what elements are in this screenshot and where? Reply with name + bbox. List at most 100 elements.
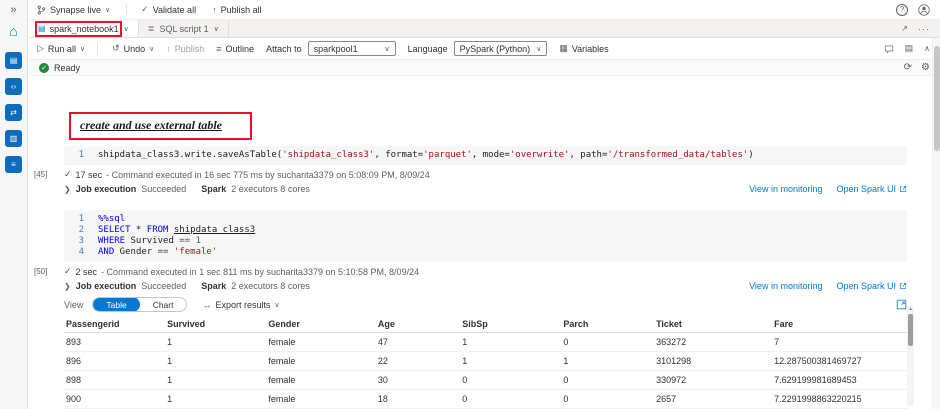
chart-view-toggle[interactable]: Chart <box>140 297 187 312</box>
code-line[interactable]: 2SELECT * FROM shipdata_class3 <box>70 225 901 236</box>
tab-menu-chevron-icon[interactable]: ∨ <box>124 25 129 33</box>
develop-hub-icon[interactable]: ‹› <box>5 78 22 95</box>
expand-sidebar-icon[interactable]: » <box>0 0 27 22</box>
execution-count: [45] <box>34 170 47 179</box>
session-refresh-icon[interactable]: ⟳ <box>904 62 912 73</box>
status-message: - Command executed in 16 sec 775 ms by s… <box>106 170 430 180</box>
table-cell: 900 <box>64 390 165 409</box>
cell-2-status: [50] ✓ 2 sec - Command executed in 1 sec… <box>64 266 907 277</box>
cell-2-job-row: ❯ Job execution Succeeded Spark 2 execut… <box>64 281 907 291</box>
table-cell: 1 <box>165 333 266 352</box>
line-number: 1 <box>70 214 84 225</box>
integrate-hub-icon[interactable]: ⇄ <box>5 104 22 121</box>
column-header[interactable]: Age <box>376 316 460 333</box>
undo-button[interactable]: ↺ Undo ∨ <box>112 43 154 54</box>
table-cell: 1 <box>561 352 654 371</box>
line-number: 2 <box>70 225 84 236</box>
expand-chevron-icon[interactable]: ❯ <box>64 282 71 291</box>
view-in-monitoring-link[interactable]: View in monitoring <box>749 281 822 291</box>
table-cell: female <box>266 352 376 371</box>
notebook-toolbar: ▷ Run all ∨ ↺ Undo ∨ ↑ Publish ≡ Outline… <box>29 38 940 60</box>
expand-chevron-icon[interactable]: ❯ <box>64 185 71 194</box>
attach-to-label: Attach to <box>266 44 302 54</box>
comments-icon[interactable] <box>884 44 894 54</box>
markdown-cell-title[interactable]: create and use external table <box>80 118 222 132</box>
export-results-button[interactable]: ↔ Export results ∨ <box>202 300 279 310</box>
tab-sql-script-1[interactable]: ≣ SQL script 1 ∨ <box>139 20 229 37</box>
tab-spark-notebook1[interactable]: ▤ spark_notebook1 ∨ <box>29 20 139 37</box>
play-icon: ▷ <box>37 43 44 54</box>
session-settings-icon[interactable]: ⚙ <box>921 62 930 73</box>
code-token: == <box>158 247 169 257</box>
chevron-down-icon: ∨ <box>536 45 541 53</box>
code-line[interactable]: 1shipdata_class3.write.saveAsTable('ship… <box>70 150 901 161</box>
help-icon[interactable]: ? <box>896 4 908 16</box>
window-scrollbar[interactable] <box>932 38 940 409</box>
check-icon: ✓ <box>141 4 149 15</box>
code-line[interactable]: 4AND Gender == 'female' <box>70 247 901 258</box>
outline-button[interactable]: ≡ Outline <box>216 44 254 54</box>
code-cell-1[interactable]: 1shipdata_class3.write.saveAsTable('ship… <box>64 146 907 165</box>
column-header[interactable]: Ticket <box>654 316 772 333</box>
chevron-down-icon: ∨ <box>384 45 389 53</box>
column-header[interactable]: SibSp <box>460 316 561 333</box>
more-actions-icon[interactable]: ··· <box>918 24 930 34</box>
column-header[interactable]: Fare <box>772 316 907 333</box>
column-header[interactable]: Survived <box>165 316 266 333</box>
tab-annotation-highlight: ▤ spark_notebook1 <box>38 24 119 34</box>
branch-icon <box>37 5 46 15</box>
table-view-toggle[interactable]: Table <box>93 297 139 312</box>
column-header[interactable]: Parch <box>561 316 654 333</box>
view-in-monitoring-link[interactable]: View in monitoring <box>749 184 822 194</box>
table-cell: 0 <box>460 371 561 390</box>
open-spark-ui-link[interactable]: Open Spark UI <box>836 281 907 291</box>
job-state: Succeeded <box>141 184 186 194</box>
table-cell: female <box>266 333 376 352</box>
language-select[interactable]: PySpark (Python) ∨ <box>454 41 548 56</box>
window-scrollbar-thumb[interactable] <box>934 46 940 151</box>
annotation-box-title: create and use external table <box>69 112 252 140</box>
outline-icon: ≡ <box>216 44 221 54</box>
code-line[interactable]: 1%%sql <box>70 214 901 225</box>
code-cell-2[interactable]: 1%%sql2SELECT * FROM shipdata_class33WHE… <box>64 210 907 262</box>
expand-icon[interactable]: ↗ <box>901 24 908 33</box>
account-icon[interactable] <box>918 4 930 16</box>
success-check-icon: ✓ <box>64 169 72 180</box>
job-state: Succeeded <box>141 281 186 291</box>
run-all-button[interactable]: ▷ Run all ∨ <box>37 43 85 54</box>
data-hub-icon[interactable]: ▤ <box>5 52 22 69</box>
publish-icon: ↑ <box>212 5 217 15</box>
properties-icon[interactable]: ▤ <box>905 43 914 54</box>
table-scrollbar-thumb[interactable] <box>908 314 913 346</box>
attach-to-select[interactable]: sparkpool1 ∨ <box>308 41 396 56</box>
session-status-text: Ready <box>54 63 80 73</box>
spark-label: Spark <box>201 184 226 194</box>
table-cell: 898 <box>64 371 165 390</box>
spark-detail: 2 executors 8 cores <box>231 281 310 291</box>
collapse-toolbar-icon[interactable]: ∧ <box>924 44 930 53</box>
table-scrollbar[interactable]: ▲ <box>907 306 914 406</box>
session-status-bar: ✓ Ready ⟳ ⚙ <box>29 60 940 76</box>
code-line[interactable]: 3WHERE Survived == 1 <box>70 236 901 247</box>
tab-menu-chevron-icon[interactable]: ∨ <box>214 25 219 33</box>
external-link-icon <box>899 185 907 193</box>
divider <box>97 43 98 54</box>
variables-button[interactable]: ▦ Variables <box>559 43 608 54</box>
synapse-live-selector[interactable]: Synapse live ∨ <box>37 5 110 15</box>
scroll-up-arrow-icon[interactable]: ▲ <box>907 306 914 313</box>
spark-label: Spark <box>201 281 226 291</box>
column-header[interactable]: Passengerid <box>64 316 165 333</box>
publish-all-button[interactable]: ↑ Publish all <box>212 5 262 15</box>
publish-button[interactable]: ↑ Publish <box>166 44 204 54</box>
table-cell: 7 <box>772 333 907 352</box>
table-cell: 7.629199981689453 <box>772 371 907 390</box>
table-cell: 18 <box>376 390 460 409</box>
status-message: - Command executed in 1 sec 811 ms by su… <box>101 267 419 277</box>
expand-results-icon[interactable] <box>896 299 907 310</box>
open-spark-ui-link[interactable]: Open Spark UI <box>836 184 907 194</box>
column-header[interactable]: Gender <box>266 316 376 333</box>
manage-hub-icon[interactable]: ≡ <box>5 156 22 173</box>
validate-all-button[interactable]: ✓ Validate all <box>141 4 196 15</box>
monitor-hub-icon[interactable]: ▥ <box>5 130 22 147</box>
home-icon[interactable]: ⌂ <box>5 22 22 39</box>
